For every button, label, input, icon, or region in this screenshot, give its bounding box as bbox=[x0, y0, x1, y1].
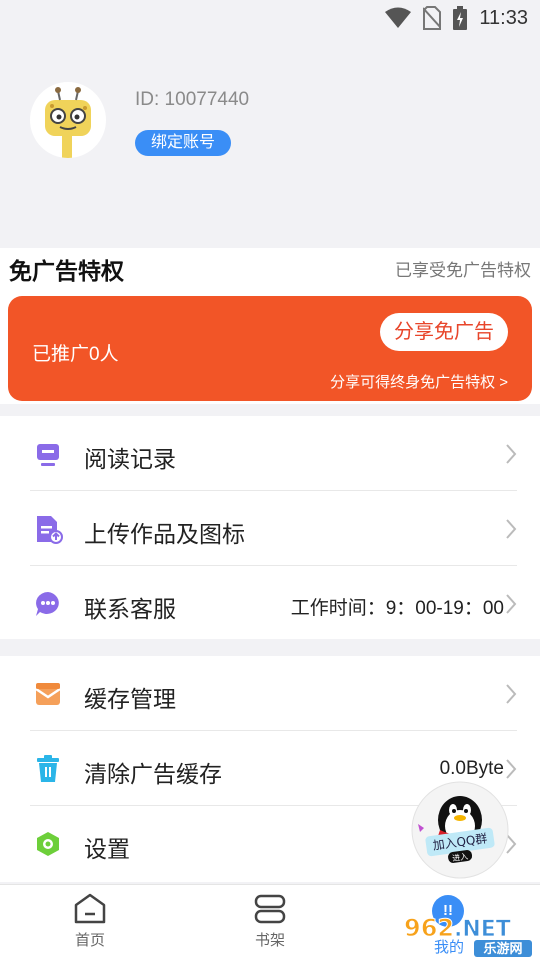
menu-label: 缓存管理 bbox=[84, 686, 176, 712]
privilege-section: 免广告特权 已享受免广告特权 已推广0人 分享免广告 分享可得终身免广告特权 > bbox=[0, 248, 540, 404]
join-qq-group-float-button[interactable]: 加入QQ群 进入 bbox=[410, 780, 510, 880]
reading-history-icon bbox=[37, 444, 59, 466]
menu-label: 阅读记录 bbox=[84, 446, 176, 472]
giraffe-avatar-icon bbox=[45, 87, 91, 158]
menu-item-cache-management[interactable]: 缓存管理 bbox=[0, 656, 540, 731]
chevron-right-icon bbox=[506, 684, 517, 704]
svg-text:乐游网: 乐游网 bbox=[483, 941, 522, 957]
menu-item-customer-service[interactable]: 联系客服 工作时间：9：00-19：00 bbox=[0, 566, 540, 641]
menu-item-upload[interactable]: 上传作品及图标 bbox=[0, 491, 540, 566]
site-watermark-logo: 962 .NET 乐游网 bbox=[404, 914, 532, 957]
customer-service-icon bbox=[36, 592, 59, 616]
upload-icon bbox=[37, 516, 63, 544]
nav-bookshelf[interactable]: 书架 bbox=[230, 893, 310, 950]
status-time: 11:33 bbox=[479, 6, 528, 29]
chevron-right-icon bbox=[506, 759, 517, 779]
user-id: ID: 10077440 bbox=[135, 89, 250, 110]
status-bar: 11:33 bbox=[0, 0, 540, 36]
share-ad-free-button[interactable]: 分享免广告 bbox=[380, 313, 508, 351]
no-sim-icon bbox=[423, 6, 442, 30]
cache-icon bbox=[35, 683, 61, 705]
menu-label: 清除广告缓存 bbox=[84, 761, 222, 787]
avatar[interactable] bbox=[30, 82, 106, 158]
menu-label: 上传作品及图标 bbox=[84, 521, 245, 547]
menu-label: 联系客服 bbox=[84, 596, 176, 622]
bind-account-button[interactable]: 绑定账号 bbox=[135, 130, 232, 156]
privilege-status: 已享受免广告特权 bbox=[395, 261, 531, 280]
settings-icon bbox=[37, 832, 59, 856]
promo-note-link[interactable]: 分享可得终身免广告特权 > bbox=[330, 371, 508, 392]
svg-text:.NET: .NET bbox=[454, 917, 511, 942]
nav-home-label: 首页 bbox=[74, 932, 105, 949]
chevron-right-icon bbox=[506, 444, 517, 464]
promo-card[interactable]: 已推广0人 分享免广告 分享可得终身免广告特权 > bbox=[8, 296, 532, 401]
chevron-right-icon bbox=[506, 519, 517, 539]
bookshelf-icon bbox=[254, 894, 286, 924]
menu-label: 设置 bbox=[84, 836, 130, 862]
wifi-icon bbox=[385, 7, 412, 28]
menu-group-1: 阅读记录 上传作品及图标 联系客服 工作时间：9：00-19：00 bbox=[0, 416, 540, 639]
battery-charging-icon bbox=[453, 6, 468, 30]
ad-cache-size: 0.0Byte bbox=[439, 758, 504, 779]
working-hours: 工作时间：9：00-19：00 bbox=[290, 598, 504, 619]
home-icon bbox=[74, 893, 106, 924]
chevron-right-icon bbox=[506, 594, 517, 614]
menu-item-reading-history[interactable]: 阅读记录 bbox=[0, 416, 540, 491]
promoted-count: 已推广0人 bbox=[32, 344, 119, 365]
privilege-title: 免广告特权 bbox=[9, 258, 124, 284]
trash-icon bbox=[37, 755, 59, 782]
svg-text:962: 962 bbox=[404, 914, 454, 942]
nav-home[interactable]: 首页 bbox=[50, 893, 130, 950]
profile-header: ID: 10077440 绑定账号 bbox=[0, 36, 540, 248]
nav-bookshelf-label: 书架 bbox=[254, 932, 285, 949]
